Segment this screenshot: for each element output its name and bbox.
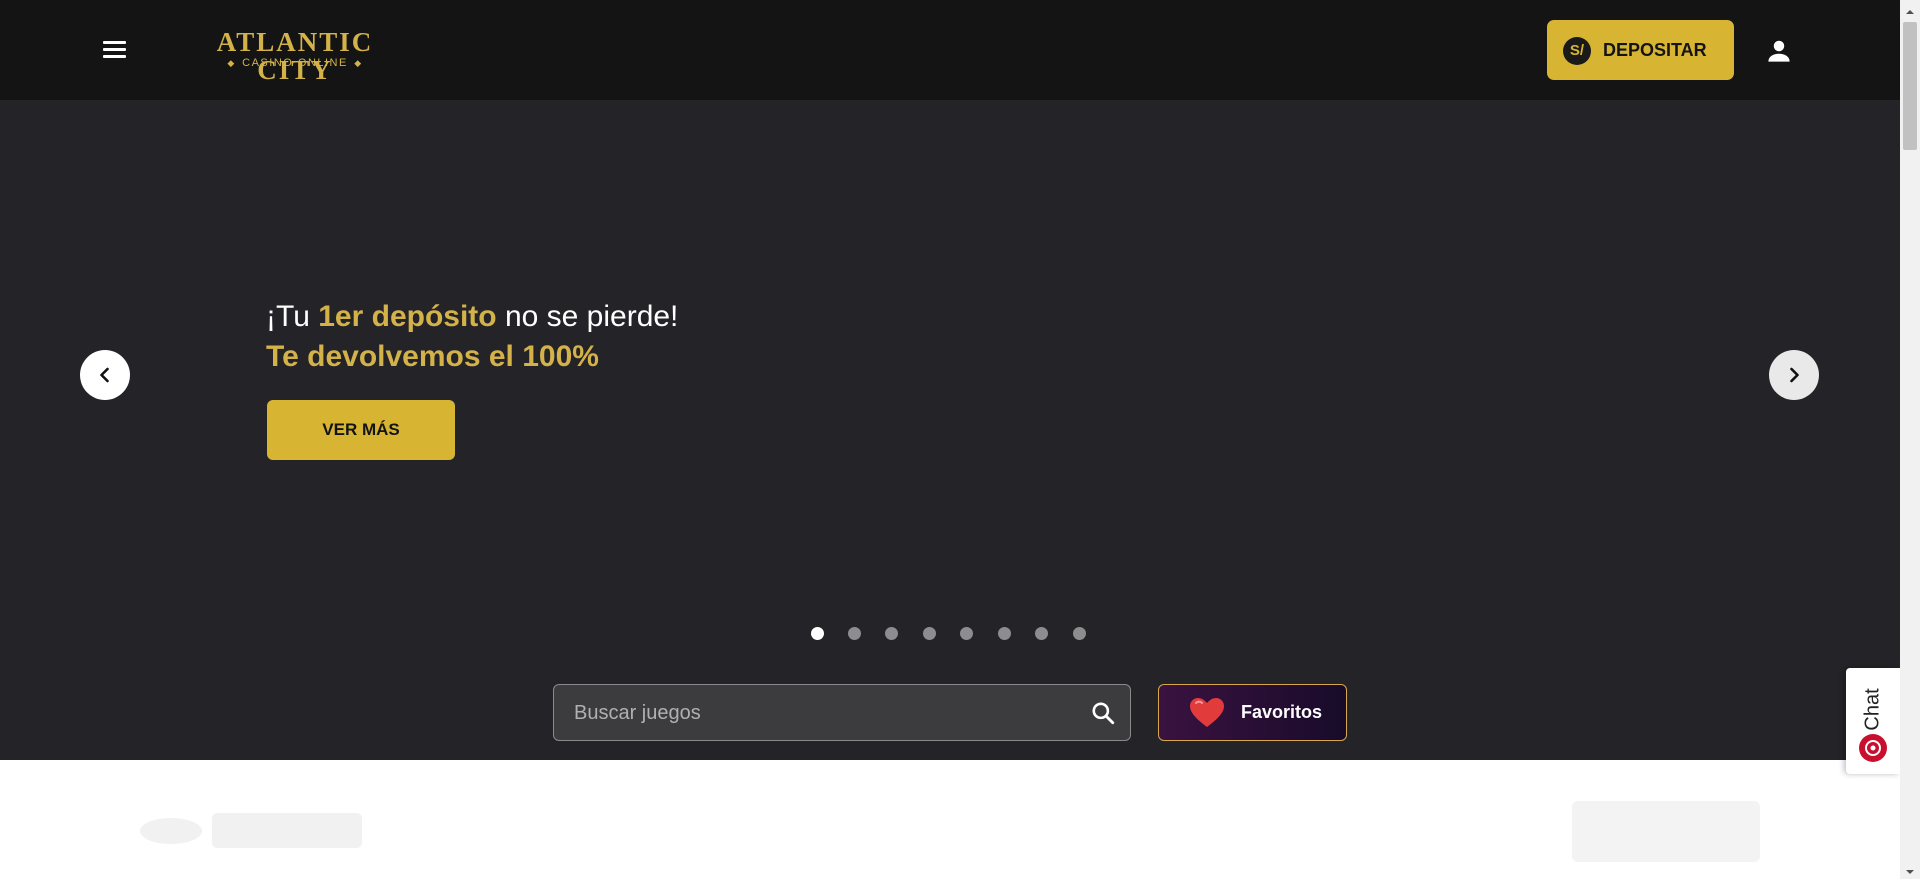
coin-icon: S/ bbox=[1563, 37, 1591, 65]
carousel-dot[interactable] bbox=[923, 627, 936, 640]
scrollbar[interactable] bbox=[1900, 0, 1920, 879]
carousel-dot[interactable] bbox=[998, 627, 1011, 640]
loading-placeholder bbox=[212, 813, 362, 848]
chevron-right-icon bbox=[1790, 367, 1799, 383]
chat-tab[interactable]: Chat bbox=[1846, 668, 1900, 774]
chat-icon bbox=[1859, 734, 1887, 762]
page: ATLANTIC CITY ◆ CASINO ONLINE ◆ S/ DEPOS… bbox=[0, 0, 1900, 879]
scroll-up-icon[interactable] bbox=[1905, 4, 1915, 14]
carousel-next-button[interactable] bbox=[1769, 350, 1819, 400]
carousel-dot[interactable] bbox=[885, 627, 898, 640]
diamond-icon: ◆ bbox=[354, 58, 363, 68]
hero-headline-prefix: ¡Tu bbox=[266, 300, 319, 333]
ver-mas-button[interactable]: VER MÁS bbox=[267, 400, 455, 460]
carousel-dot[interactable] bbox=[1073, 627, 1086, 640]
search-input[interactable] bbox=[572, 685, 1076, 742]
favorites-button[interactable]: Favoritos bbox=[1158, 684, 1347, 741]
user-icon[interactable] bbox=[1764, 36, 1794, 66]
hero-headline-highlight: 1er depósito bbox=[318, 300, 497, 333]
hero-headline-suffix: no se pierde! bbox=[496, 300, 679, 333]
chat-label: Chat bbox=[1861, 688, 1884, 731]
scrollbar-thumb[interactable] bbox=[1903, 22, 1917, 150]
loading-placeholder bbox=[1572, 801, 1760, 862]
logo-subtitle: ◆ CASINO ONLINE ◆ bbox=[180, 56, 410, 70]
menu-icon-bar bbox=[103, 55, 126, 58]
carousel-prev-button[interactable] bbox=[80, 350, 130, 400]
search-box bbox=[553, 684, 1131, 742]
logo-subtitle-text: CASINO ONLINE bbox=[242, 57, 348, 69]
carousel-dot[interactable] bbox=[1035, 627, 1048, 640]
logo[interactable]: ATLANTIC CITY ◆ CASINO ONLINE ◆ bbox=[180, 28, 410, 84]
diamond-icon: ◆ bbox=[227, 58, 236, 68]
deposit-label: DEPOSITAR bbox=[1603, 40, 1707, 60]
hero-headline: ¡Tu 1er depósito no se pierde! bbox=[266, 300, 678, 334]
hero-subheadline: Te devolvemos el 100% bbox=[266, 340, 599, 373]
chevron-left-icon bbox=[100, 367, 109, 383]
menu-icon-bar bbox=[103, 48, 126, 51]
menu-icon-bar bbox=[103, 41, 126, 44]
carousel-dot[interactable] bbox=[811, 627, 824, 640]
deposit-button[interactable]: S/ DEPOSITAR bbox=[1547, 20, 1734, 80]
hero-banner: ¡Tu 1er depósito no se pierde! Te devolv… bbox=[0, 100, 1900, 760]
carousel-dot[interactable] bbox=[960, 627, 973, 640]
loading-placeholder bbox=[140, 818, 202, 844]
heart-icon bbox=[1190, 698, 1224, 727]
scroll-down-icon[interactable] bbox=[1905, 864, 1915, 874]
search-icon[interactable] bbox=[1090, 700, 1116, 726]
favorites-label: Favoritos bbox=[1241, 702, 1323, 722]
carousel-dot[interactable] bbox=[848, 627, 861, 640]
top-header: ATLANTIC CITY ◆ CASINO ONLINE ◆ S/ DEPOS… bbox=[0, 0, 1900, 100]
menu-button[interactable] bbox=[100, 37, 130, 63]
